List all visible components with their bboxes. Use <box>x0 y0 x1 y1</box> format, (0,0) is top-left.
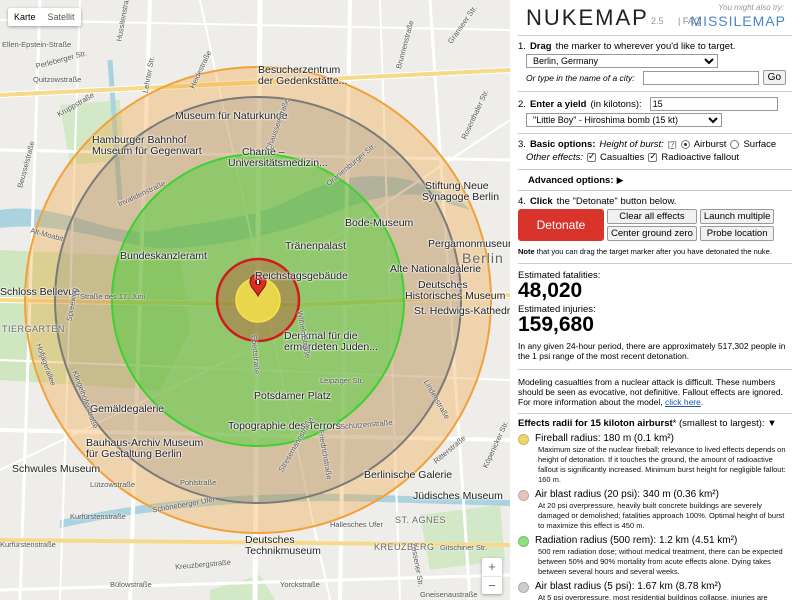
step-4-text: the "Detonate" button below. <box>556 196 677 207</box>
radius-entry[interactable]: Air blast radius (20 psi): 340 m (0.36 k… <box>518 489 792 531</box>
app-root: Karte Satellit Besucherzentrum der Geden… <box>0 0 800 600</box>
advanced-options-toggle[interactable]: Advanced options: ▶ <box>518 170 792 191</box>
effect-rings <box>24 66 492 534</box>
radius-color-swatch <box>518 434 529 445</box>
step-4-section: 4. Click the "Detonate" button below. De… <box>518 191 792 264</box>
radius-color-swatch <box>518 582 529 593</box>
launch-multiple-button[interactable]: Launch multiple <box>699 209 775 224</box>
version-label: 2.5 <box>651 16 664 26</box>
fatalities-value: 48,020 <box>518 279 583 302</box>
casualties-label[interactable]: Casualties <box>600 152 644 163</box>
airburst-radio[interactable] <box>680 140 690 149</box>
model-text: Modeling casualties from a nuclear attac… <box>518 377 783 407</box>
radii-subtitle: (smallest to largest): <box>679 418 765 429</box>
nukemap-logo[interactable]: NUKEMAP <box>526 5 649 31</box>
radius-entry[interactable]: Air blast radius (5 psi): 1.67 km (8.78 … <box>518 581 792 600</box>
height-of-burst-label: Height of burst: <box>599 139 664 150</box>
expand-arrow-icon[interactable]: ▶ <box>617 175 624 185</box>
go-button[interactable]: Go <box>762 70 787 85</box>
also-try-label: You might also try: <box>718 3 784 12</box>
missilemap-link[interactable]: MISSILEMAP <box>690 13 786 29</box>
yield-input[interactable] <box>649 97 778 111</box>
model-text-end: . <box>700 397 704 407</box>
step-3-section: 3. Basic options: Height of burst: [?] A… <box>518 134 792 170</box>
control-panel: NUKEMAP 2.5 | FAQ You might also try: MI… <box>510 0 800 600</box>
step-1-bold: Drag <box>529 41 552 52</box>
radius-title: Radiation radius (500 rem): 1.2 km (4.51… <box>535 535 738 546</box>
city-prompt: Or type in the name of a city: <box>526 72 635 83</box>
effects-radii-section: Effects radii for 15 kiloton airburst* (… <box>518 418 792 600</box>
click-here-link[interactable]: click here <box>665 397 701 407</box>
step-3-bold: Basic options: <box>529 139 596 150</box>
radii-title-text: Effects radii for 15 kiloton airburst <box>518 418 673 429</box>
fallout-checkbox[interactable] <box>648 151 658 162</box>
radius-body: Air blast radius (20 psi): 340 m (0.36 k… <box>535 489 792 531</box>
clear-all-effects-button[interactable]: Clear all effects <box>607 209 697 224</box>
radius-body: Radiation radius (500 rem): 1.2 km (4.51… <box>535 535 792 577</box>
drag-note: Note that you can drag the target marker… <box>518 247 792 256</box>
city-name-input[interactable] <box>642 70 759 85</box>
step-number: 1. <box>518 41 526 52</box>
radius-description: At 20 psi overpressure, heavily built co… <box>538 501 785 530</box>
zoom-control: + − <box>482 558 502 594</box>
radius-body: Fireball radius: 180 m (0.1 km²) Maximum … <box>535 433 792 485</box>
radius-color-swatch <box>518 490 529 501</box>
detonate-button[interactable]: Detonate <box>518 209 604 241</box>
step-number: 2. <box>518 98 526 110</box>
step-2-text: (in kilotons): <box>590 98 642 110</box>
fallout-label[interactable]: Radioactive fallout <box>661 152 739 163</box>
radius-entry[interactable]: Radiation radius (500 rem): 1.2 km (4.51… <box>518 535 792 577</box>
center-ground-zero-button[interactable]: Center ground zero <box>607 226 697 241</box>
advanced-options-label[interactable]: Advanced options: <box>528 175 614 186</box>
surface-radio[interactable] <box>730 140 740 149</box>
step-1-text: the marker to wherever you'd like to tar… <box>555 41 736 52</box>
radius-description: Maximum size of the nuclear fireball; re… <box>538 445 786 484</box>
collapse-arrow-icon[interactable]: ▼ <box>767 418 776 429</box>
radius-title: Air blast radius (20 psi): 340 m (0.36 k… <box>535 489 719 500</box>
city-select[interactable]: Berlin, Germany <box>526 54 718 68</box>
radius-entry[interactable]: Fireball radius: 180 m (0.1 km²) Maximum … <box>518 433 792 485</box>
period-text: In any given 24-hour period, there are a… <box>518 341 786 361</box>
step-2-section: 2. Enter a yield (in kilotons): "Little … <box>518 92 792 134</box>
map-tab-karte[interactable]: Karte <box>8 8 42 26</box>
casualty-estimates: Estimated fatalities: 48,020 Estimated i… <box>518 264 792 370</box>
zoom-out-button[interactable]: − <box>482 576 502 594</box>
map-area[interactable]: Karte Satellit Besucherzentrum der Geden… <box>0 0 510 600</box>
probe-location-button[interactable]: Probe location <box>699 226 775 241</box>
preset-select[interactable]: "Little Boy" - Hiroshima bomb (15 kt) <box>526 113 722 127</box>
other-effects-label: Other effects: <box>526 152 584 163</box>
action-buttons: Clear all effects Launch multiple Center… <box>607 209 775 241</box>
radii-title[interactable]: Effects radii for 15 kiloton airburst* (… <box>518 418 792 429</box>
radius-description: At 5 psi overpressure, most residential … <box>538 593 768 600</box>
step-number: 4. <box>518 196 526 207</box>
map-type-toggle[interactable]: Karte Satellit <box>8 8 81 26</box>
zoom-in-button[interactable]: + <box>482 558 502 576</box>
model-disclaimer: Modeling casualties from a nuclear attac… <box>518 370 792 414</box>
radius-description: 500 rem radiation dose; without medical … <box>538 547 783 576</box>
surface-label[interactable]: Surface <box>743 139 776 150</box>
map-canvas[interactable] <box>0 0 510 600</box>
radius-title: Fireball radius: 180 m (0.1 km²) <box>535 433 674 444</box>
step-4-bold: Click <box>529 196 553 207</box>
step-1-section: 1. Drag the marker to wherever you'd lik… <box>518 36 792 92</box>
radius-body: Air blast radius (5 psi): 1.67 km (8.78 … <box>535 581 792 600</box>
step-2-bold: Enter a yield <box>529 98 587 110</box>
casualties-checkbox[interactable] <box>587 151 597 162</box>
note-bold: Note <box>518 247 535 256</box>
header: NUKEMAP 2.5 | FAQ You might also try: MI… <box>518 0 792 36</box>
step-number: 3. <box>518 139 526 150</box>
step-1-heading: 1. Drag the marker to wherever you'd lik… <box>518 41 792 52</box>
radii-footnote: * <box>672 418 677 429</box>
radius-title: Air blast radius (5 psi): 1.67 km (8.78 … <box>535 581 722 592</box>
note-text: that you can drag the target marker afte… <box>536 247 772 256</box>
model-text-block: Modeling casualties from a nuclear attac… <box>518 377 792 407</box>
injuries-value: 159,680 <box>518 313 594 336</box>
help-link[interactable]: [?] <box>668 140 677 149</box>
map-tab-satellit[interactable]: Satellit <box>42 8 81 26</box>
airburst-label[interactable]: Airburst <box>694 139 727 150</box>
radius-color-swatch <box>518 536 529 547</box>
radii-list: Fireball radius: 180 m (0.1 km²) Maximum … <box>518 433 792 600</box>
